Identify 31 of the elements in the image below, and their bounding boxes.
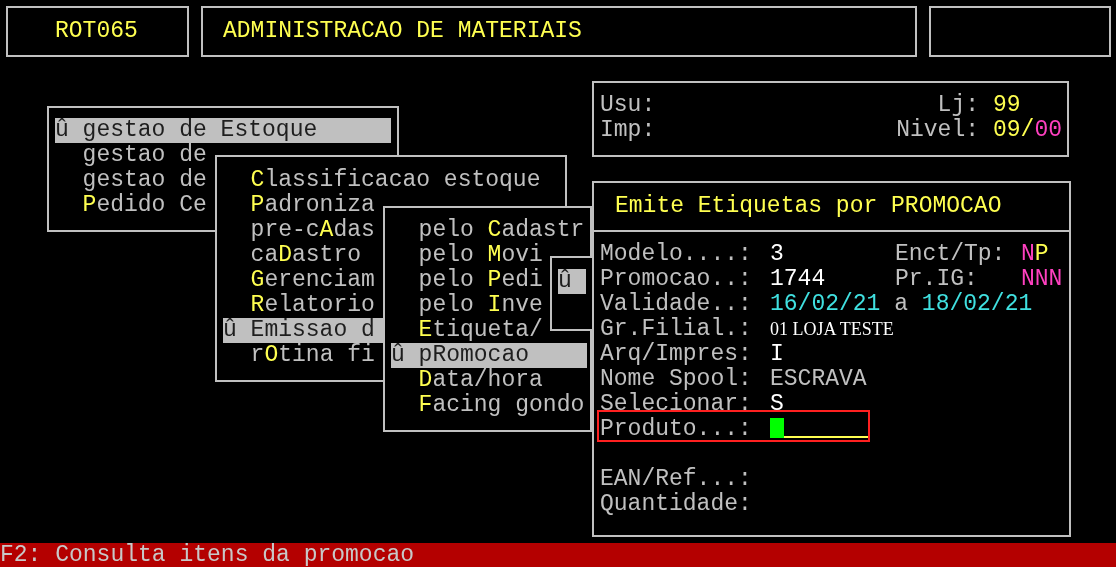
field-value: I — [770, 342, 784, 367]
info-label: Imp: — [600, 118, 656, 143]
field-value: NP — [1021, 242, 1049, 267]
info-label: Nivel: — [896, 118, 979, 143]
field-value: ESCRAVA — [770, 367, 867, 392]
field-value: 1744 — [770, 267, 826, 292]
program-code: ROT065 — [55, 19, 138, 44]
field-label: Selecionar: — [600, 392, 752, 417]
field-label: Promocao..: — [600, 267, 752, 292]
field-label: Gr.Filial.: — [600, 317, 752, 342]
field-label: Quantidade: — [600, 492, 752, 517]
field-label: Nome Spool: — [600, 367, 752, 392]
info-value: 99 — [993, 93, 1021, 118]
info-label: Lj: — [937, 93, 979, 118]
screen-title: ADMINISTRACAO DE MATERIAIS — [223, 19, 582, 44]
field-value: NNN — [1021, 267, 1063, 292]
field-label: EAN/Ref...: — [600, 467, 752, 492]
field-label: Pr.IG: — [895, 267, 978, 292]
field-value: 01 LOJA TESTE — [770, 318, 894, 341]
field-label: Validade..: — [600, 292, 752, 317]
field-label: Enct/Tp: — [895, 242, 1006, 267]
field-label: Modelo....: — [600, 242, 752, 267]
field-value: 16/02/21 a 18/02/21 — [770, 292, 1033, 317]
info-label: Usu: — [600, 93, 656, 118]
field-value: 3 — [770, 242, 784, 267]
status-text: F2: Consulta itens da promocao — [0, 542, 415, 567]
info-value: 09/00 — [993, 118, 1063, 143]
field-value: S — [770, 392, 784, 417]
field-label: Produto...: — [600, 417, 752, 442]
field-label: Arq/Impres: — [600, 342, 752, 367]
form-title: Emite Etiquetas por PROMOCAO — [615, 194, 1002, 219]
